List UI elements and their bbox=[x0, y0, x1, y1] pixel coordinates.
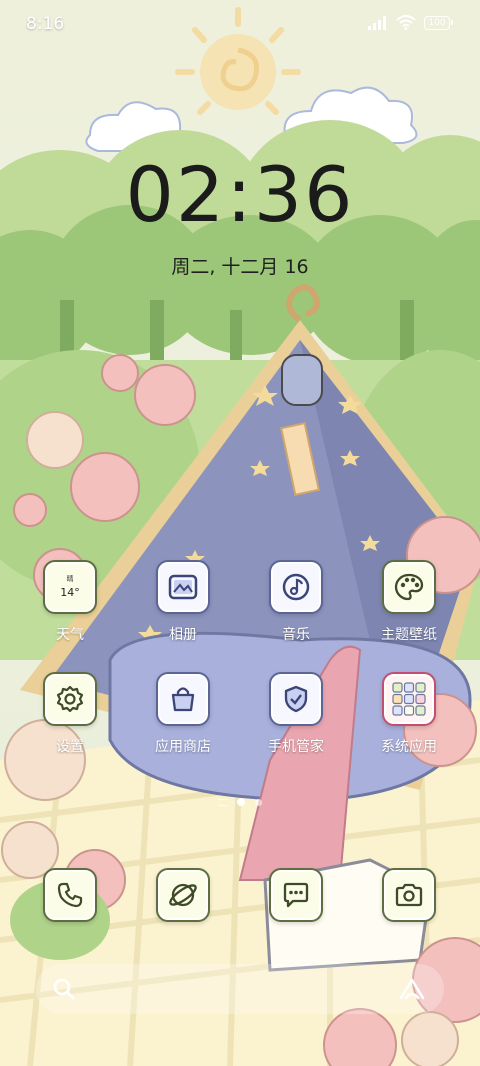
phone-icon[interactable] bbox=[43, 868, 97, 922]
app-label: 主题壁纸 bbox=[381, 627, 437, 643]
gallery-icon[interactable] bbox=[156, 560, 210, 614]
search-icon[interactable] bbox=[52, 977, 76, 1001]
app-label: 天气 bbox=[56, 627, 84, 643]
battery-level: 100 bbox=[428, 17, 446, 28]
app-label: 应用商店 bbox=[155, 739, 211, 755]
app-security[interactable]: 手机管家 bbox=[241, 672, 351, 756]
app-store[interactable]: 应用商店 bbox=[128, 672, 238, 756]
wifi-icon bbox=[396, 15, 416, 30]
camera-icon[interactable] bbox=[382, 868, 436, 922]
page-indicator[interactable] bbox=[0, 798, 480, 806]
app-settings[interactable]: 设置 bbox=[15, 672, 125, 756]
dock-camera[interactable] bbox=[354, 868, 464, 922]
clock-time: 02:36 bbox=[125, 150, 355, 239]
page-dot-2[interactable] bbox=[255, 798, 262, 806]
dock-phone[interactable] bbox=[15, 868, 125, 922]
weather-condition: 晴 bbox=[66, 575, 74, 583]
shopping-bag-icon[interactable] bbox=[156, 672, 210, 726]
app-drawer-icon[interactable] bbox=[218, 798, 227, 806]
assistant-icon[interactable] bbox=[398, 977, 426, 1001]
app-weather[interactable]: 晴 14° 天气 bbox=[15, 560, 125, 644]
page-dot-1[interactable] bbox=[237, 798, 245, 806]
clock-date: 周二, 十二月 16 bbox=[171, 256, 309, 278]
app-gallery[interactable]: 相册 bbox=[128, 560, 238, 644]
palette-icon[interactable] bbox=[382, 560, 436, 614]
gear-icon[interactable] bbox=[43, 672, 97, 726]
weather-temperature: 14° bbox=[60, 586, 80, 599]
app-label: 系统应用 bbox=[381, 739, 437, 755]
folder-icon[interactable] bbox=[382, 672, 436, 726]
messages-icon[interactable] bbox=[269, 868, 323, 922]
status-time: 8:16 bbox=[26, 14, 65, 34]
home-screen: 8:16 100 02:36 周二, 十二月 16 晴 14° 天气 相册 音乐… bbox=[0, 0, 480, 1066]
app-label: 相册 bbox=[169, 627, 197, 643]
music-icon[interactable] bbox=[269, 560, 323, 614]
battery-icon: 100 bbox=[424, 15, 453, 30]
dock-browser[interactable] bbox=[128, 868, 238, 922]
browser-icon[interactable] bbox=[156, 868, 210, 922]
app-label: 音乐 bbox=[282, 627, 310, 643]
app-folder-system[interactable]: 系统应用 bbox=[354, 672, 464, 756]
app-label: 手机管家 bbox=[268, 739, 324, 755]
app-label: 设置 bbox=[56, 739, 84, 755]
signal-icon bbox=[368, 15, 386, 30]
status-bar: 8:16 100 bbox=[0, 0, 480, 48]
weather-icon[interactable]: 晴 14° bbox=[43, 560, 97, 614]
dock-messages[interactable] bbox=[241, 868, 351, 922]
app-themes[interactable]: 主题壁纸 bbox=[354, 560, 464, 644]
status-icons: 100 bbox=[368, 15, 453, 30]
search-bar[interactable] bbox=[36, 964, 444, 1014]
app-music[interactable]: 音乐 bbox=[241, 560, 351, 644]
shield-icon[interactable] bbox=[269, 672, 323, 726]
